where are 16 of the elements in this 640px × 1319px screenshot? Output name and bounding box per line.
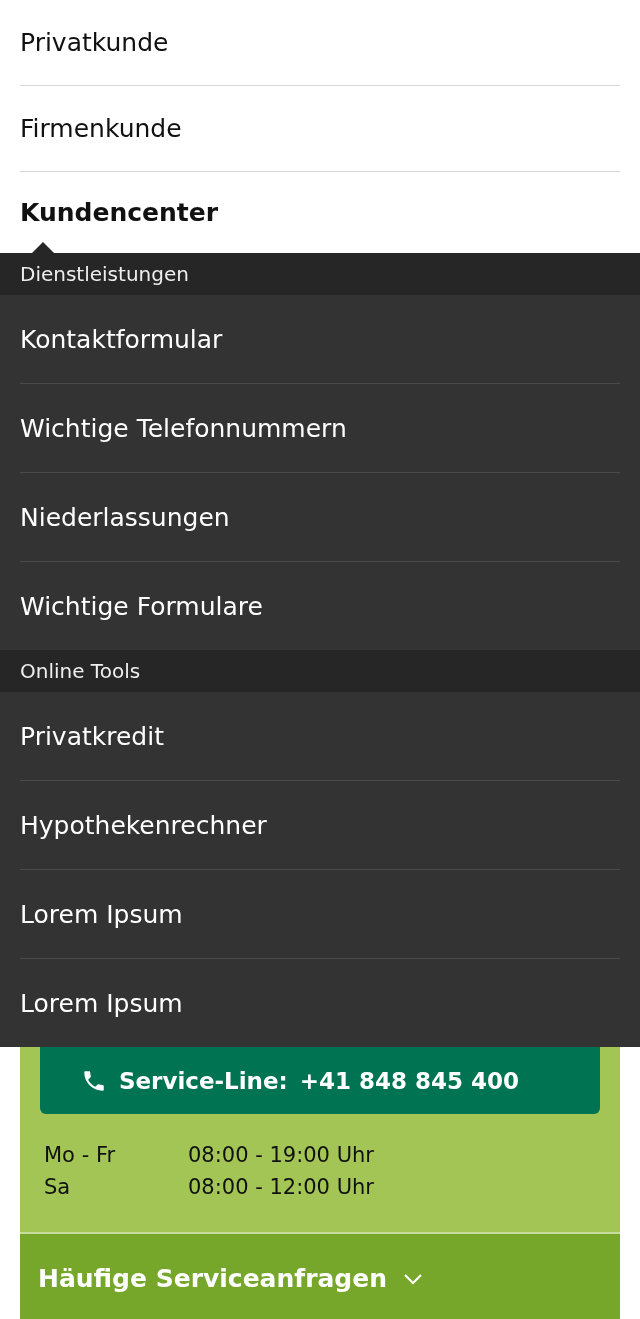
days-text: Mo - Fr [44, 1142, 117, 1169]
section-title: Dienstleistungen [0, 253, 640, 295]
days-text: Sa [44, 1174, 72, 1201]
menu-item[interactable]: Niederlassungen [20, 472, 620, 561]
menu-item[interactable]: Privatkredit [20, 692, 620, 780]
menu-item[interactable]: Hypothekenrechner [20, 780, 620, 869]
service-line-button[interactable]: Service-Line: +41 848 845 400 [40, 1047, 600, 1114]
hours-text: 08:00 - 19:00 Uhr [188, 1142, 375, 1169]
section-title: Online Tools [0, 650, 640, 692]
chevron-icon [403, 1272, 423, 1285]
nav-item[interactable]: Privatkunde [20, 0, 620, 85]
menu-item[interactable]: Kontaktformular [20, 295, 620, 383]
hours-text: 08:00 - 12:00 Uhr [188, 1174, 375, 1201]
menu-item[interactable]: Wichtige Telefonnummern [20, 383, 620, 472]
menu-item[interactable]: Lorem Ipsum [20, 869, 620, 958]
nav-item[interactable]: Firmenkunde [20, 85, 620, 171]
